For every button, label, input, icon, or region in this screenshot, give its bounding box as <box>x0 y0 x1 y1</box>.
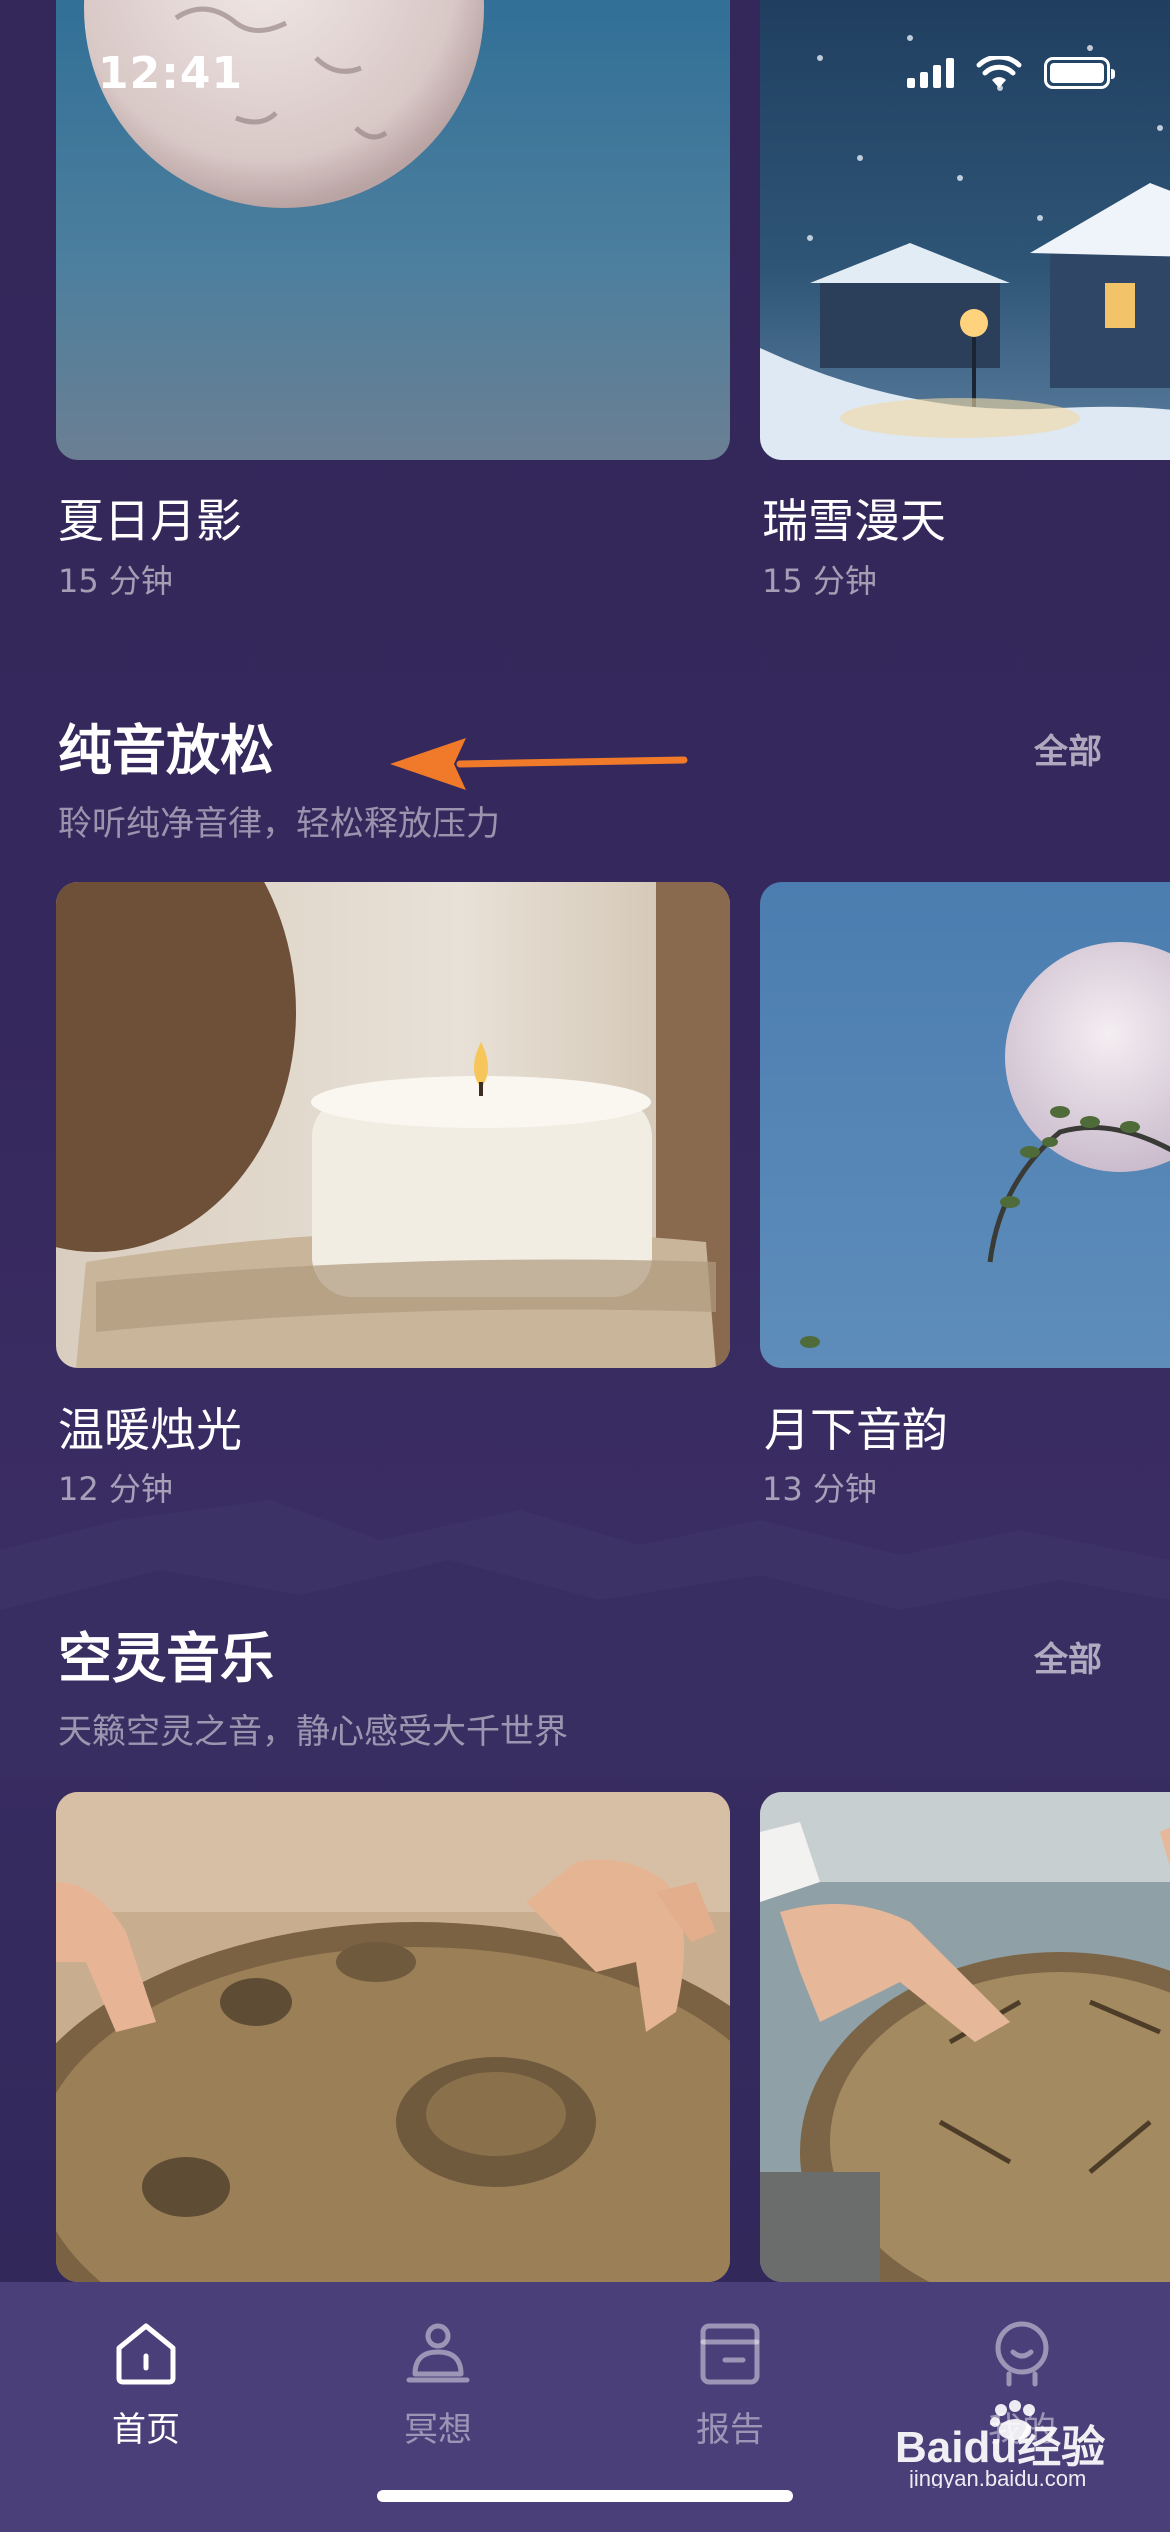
tab-meditation[interactable]: 冥想 <box>338 2304 538 2454</box>
meditation-icon <box>406 2323 470 2383</box>
section-all-link[interactable]: 全部 <box>1034 724 1102 773</box>
profile-icon <box>995 2321 1049 2387</box>
section-description: 天籁空灵之音，静心感受大千世界 <box>58 1712 568 1752</box>
screen: 12:41 夏日月影 15 分钟 瑞雪漫天 15 分钟 纯音放松 全部 聆听纯净… <box>0 0 1170 2532</box>
tab-report[interactable]: 报告 <box>630 2304 830 2454</box>
card-thumbnail-handpan <box>760 1792 1170 2282</box>
card-handpan-1[interactable] <box>0 1792 740 2282</box>
section-description: 聆听纯净音律，轻松释放压力 <box>58 804 500 844</box>
card-duration: 15 分钟 <box>58 562 173 600</box>
section-all-link[interactable]: 全部 <box>1034 1632 1102 1681</box>
card-title: 瑞雪漫天 <box>762 494 946 548</box>
tab-label: 冥想 <box>404 2410 472 2450</box>
card-thumbnail-handpan <box>56 1792 730 2282</box>
card-duration: 15 分钟 <box>762 562 877 600</box>
card-handpan-2[interactable] <box>740 1792 1170 2282</box>
cellular-signal-icon <box>907 58 954 88</box>
annotation-arrow-icon <box>390 738 688 790</box>
section-title-pure-music: 纯音放松 <box>58 719 274 782</box>
card-title: 月下音韵 <box>764 1403 948 1457</box>
tab-label: 首页 <box>112 2410 180 2450</box>
status-time: 12:41 <box>98 48 244 99</box>
watermark-text: Baidu经验 <box>895 2423 1105 2472</box>
status-bar: 12:41 <box>0 0 1170 150</box>
wifi-icon <box>976 56 1022 88</box>
battery-icon <box>1044 57 1115 89</box>
card-thumbnail-candle <box>56 882 730 1368</box>
baidu-jingyan-watermark: Baidu经验 jingyan.baidu.com <box>895 2400 1105 2488</box>
card-title: 夏日月影 <box>58 494 242 548</box>
section-title-ethereal-music: 空灵音乐 <box>58 1627 274 1690</box>
tab-label: 报告 <box>696 2410 764 2450</box>
tab-home[interactable]: 首页 <box>46 2304 246 2454</box>
card-warm-candle[interactable]: 温暖烛光 12 分钟 <box>0 882 740 1522</box>
card-thumbnail-moon-branch <box>760 882 1170 1368</box>
watermark-subtext: jingyan.baidu.com <box>908 2466 1086 2488</box>
card-moon-rhyme[interactable]: 月下音韵 13 分钟 <box>740 882 1170 1522</box>
card-duration: 13 分钟 <box>762 1470 877 1508</box>
card-duration: 12 分钟 <box>58 1470 173 1508</box>
report-icon <box>700 2323 760 2385</box>
status-icons <box>907 56 1115 90</box>
home-indicator <box>377 2490 793 2502</box>
card-title: 温暖烛光 <box>58 1403 242 1457</box>
home-icon <box>116 2323 176 2385</box>
